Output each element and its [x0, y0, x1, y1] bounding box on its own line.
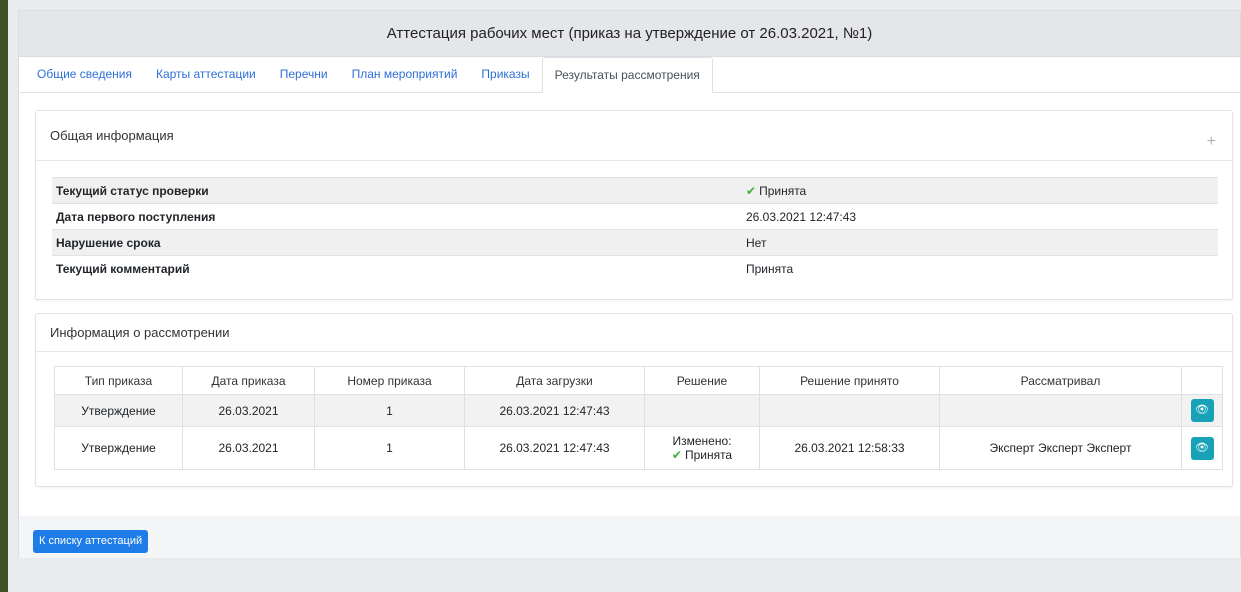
column-header: Рассматривал	[939, 366, 1182, 395]
column-header: Дата загрузки	[464, 366, 645, 395]
table-row: Утверждение 26.03.2021 1 26.03.2021 12:4…	[54, 394, 1223, 427]
left-accent-bar	[0, 0, 8, 592]
tab-general[interactable]: Общие сведения	[25, 57, 144, 92]
decision-prefix: Изменено:	[672, 434, 732, 448]
tab-attestation-cards[interactable]: Карты аттестации	[144, 57, 268, 92]
column-header: Номер приказа	[314, 366, 465, 395]
review-info-title: Информация о рассмотрении	[50, 325, 230, 340]
table-row: Утверждение 26.03.2021 1 26.03.2021 12:4…	[54, 426, 1223, 470]
cell-upload-date: 26.03.2021 12:47:43	[464, 394, 645, 427]
info-row: Нарушение срока Нет	[52, 229, 1218, 256]
cell-type: Утверждение	[54, 394, 183, 427]
column-header: Дата приказа	[182, 366, 315, 395]
info-row: Дата первого поступления 26.03.2021 12:4…	[52, 203, 1218, 230]
info-label: Текущий статус проверки	[52, 177, 742, 204]
view-eye-icon[interactable]: 👁	[1190, 436, 1214, 460]
info-row: Текущий комментарий Принята	[52, 255, 1218, 282]
attestation-window: Аттестация рабочих мест (приказ на утвер…	[18, 10, 1241, 558]
plus-icon[interactable]: +	[1207, 133, 1216, 151]
tab-lists[interactable]: Перечни	[268, 57, 340, 92]
table-header-row: Тип приказа Дата приказа Номер приказа Д…	[54, 366, 1223, 395]
check-icon: ✔	[671, 448, 682, 462]
review-table: Тип приказа Дата приказа Номер приказа Д…	[54, 366, 1223, 470]
decision-value: Принята	[684, 448, 733, 462]
footer-bar: К списку аттестаций	[19, 516, 1240, 558]
cell-number: 1	[314, 394, 465, 427]
info-value: Принята	[746, 261, 794, 276]
cell-decided-at	[759, 394, 940, 427]
info-label: Дата первого поступления	[56, 209, 216, 224]
column-header: Решение	[644, 366, 760, 395]
general-info-table: Текущий статус проверки ✔ Принята Дата пе…	[52, 177, 1218, 282]
column-header: Решение принято	[759, 366, 940, 395]
cell-number: 1	[314, 426, 465, 470]
info-value: 26.03.2021 12:47:43	[746, 209, 857, 224]
cell-reviewer: Эксперт Эксперт Эксперт	[939, 426, 1182, 470]
tab-review-results[interactable]: Результаты рассмотрения	[541, 57, 713, 93]
info-value: Нет	[742, 229, 1218, 256]
tab-action-plan[interactable]: План мероприятий	[340, 57, 470, 92]
column-header: Тип приказа	[54, 366, 183, 395]
cell-decision	[644, 394, 760, 427]
info-label: Нарушение срока	[52, 229, 742, 256]
cell-decided-at: 26.03.2021 12:58:33	[759, 426, 940, 470]
info-label: Текущий комментарий	[56, 261, 190, 276]
tab-orders[interactable]: Приказы	[469, 57, 541, 92]
back-to-list-button[interactable]: К списку аттестаций	[33, 530, 149, 553]
cell-upload-date: 26.03.2021 12:47:43	[464, 426, 645, 470]
review-info-card: Информация о рассмотрении Тип приказа Да…	[35, 313, 1233, 487]
info-value: Принята	[759, 183, 807, 198]
cell-order-date: 26.03.2021	[182, 394, 315, 427]
info-row: Текущий статус проверки ✔ Принята	[52, 177, 1218, 204]
general-info-card: Общая информация + Текущий статус провер…	[35, 110, 1233, 300]
check-icon: ✔	[746, 183, 757, 198]
cell-type: Утверждение	[54, 426, 183, 470]
window-title: Аттестация рабочих мест (приказ на утвер…	[19, 11, 1240, 57]
view-eye-icon[interactable]: 👁	[1190, 399, 1214, 422]
general-info-title: Общая информация	[50, 128, 174, 143]
cell-order-date: 26.03.2021	[182, 426, 315, 470]
cell-reviewer	[939, 394, 1182, 427]
tab-bar: Общие сведения Карты аттестации Перечни …	[19, 57, 1240, 93]
